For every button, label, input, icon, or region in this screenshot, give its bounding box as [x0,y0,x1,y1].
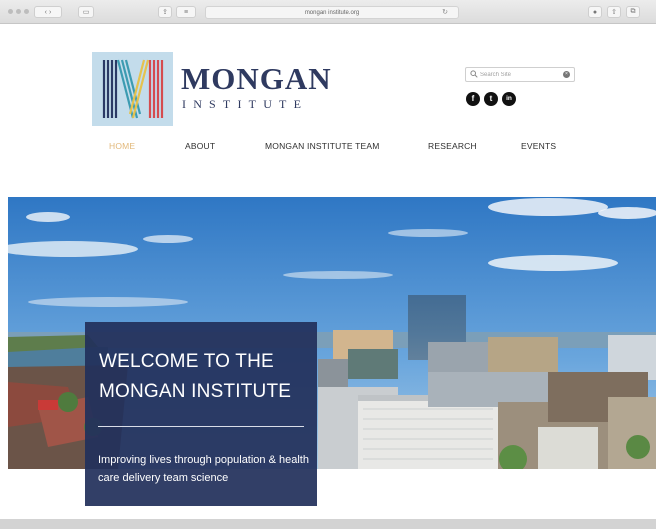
mongan-logo[interactable] [92,52,173,126]
browser-window: ‹ › ▭ ⇪ ≡ mongan institute.org ↻ ● ⇧ ⧉ M… [0,0,656,529]
share-page-icon: ⇧ [611,9,617,16]
nav-item-home[interactable]: HOME [109,141,135,151]
back-icon[interactable]: ‹ [45,9,47,16]
downloads-button[interactable]: ● [588,6,602,18]
nav-item-about[interactable]: ABOUT [185,141,215,151]
nav-item-research[interactable]: RESEARCH [428,141,477,151]
sidebar-icon: ▭ [82,9,90,16]
facebook-icon[interactable]: f [466,92,480,106]
linkedin-icon[interactable]: in [502,92,516,106]
back-forward-button[interactable]: ‹ › [34,6,62,18]
forward-icon[interactable]: › [49,9,51,16]
twitter-icon[interactable]: t [484,92,498,106]
hero-subtitle: Improving lives through population & hea… [98,454,309,484]
social-links: f t in [466,92,516,106]
clear-search-icon[interactable]: × [563,71,570,78]
window-controls[interactable] [8,9,29,14]
url-text[interactable]: mongan institute.org [305,10,359,16]
minimize-window-icon[interactable] [16,9,21,14]
site-search[interactable]: × [465,67,575,82]
tabs-icon: ⧉ [630,8,636,15]
download-icon: ● [592,8,598,16]
nav-item-team[interactable]: MONGAN INSTITUTE TEAM [265,141,380,151]
logo-m-icon [102,59,164,119]
tabs-button[interactable]: ⧉ [626,6,640,18]
address-bar[interactable]: mongan institute.org ↻ [205,6,459,19]
reader-button[interactable]: ≡ [176,6,196,18]
browser-toolbar: ‹ › ▭ ⇪ ≡ mongan institute.org ↻ ● ⇧ ⧉ [0,0,656,24]
brand-name[interactable]: MONGAN [181,63,332,95]
search-icon[interactable] [470,70,478,78]
zoom-window-icon[interactable] [24,9,29,14]
share-icon: ⇪ [162,9,168,16]
share-button[interactable]: ⇪ [158,6,172,18]
nav-item-events[interactable]: EVENTS [521,141,556,151]
search-input[interactable] [480,69,560,80]
share-page-button[interactable]: ⇧ [607,6,621,18]
close-window-icon[interactable] [8,9,13,14]
reader-icon: ≡ [183,8,189,16]
welcome-panel: WELCOME TO THE MONGAN INSTITUTE Improvin… [85,322,317,506]
main-nav: HOME ABOUT MONGAN INSTITUTE TEAM RESEARC… [0,141,656,153]
brand-subtitle[interactable]: INSTITUTE [182,97,308,111]
hero-title: WELCOME TO THE MONGAN INSTITUTE [99,351,292,402]
reload-icon[interactable]: ↻ [442,8,448,16]
page-footer-strip [0,519,656,529]
hero-divider [98,426,304,427]
sidebar-button[interactable]: ▭ [78,6,94,18]
